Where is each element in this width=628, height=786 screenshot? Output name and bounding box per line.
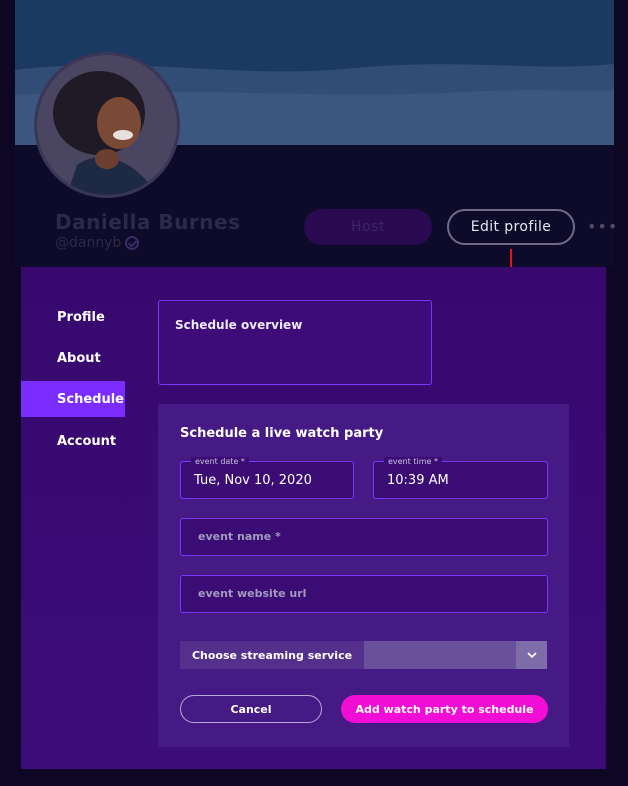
event-name-placeholder: event name *: [198, 530, 281, 543]
streaming-service-label: Choose streaming service: [180, 641, 364, 669]
handle-text: @dannyb: [55, 235, 122, 251]
verified-badge-icon: [125, 236, 140, 250]
avatar: [34, 52, 180, 198]
profile-name: Daniella Burnes: [55, 210, 241, 234]
edit-profile-button[interactable]: Edit profile: [447, 209, 575, 245]
sidebar-item-profile[interactable]: Profile: [21, 299, 125, 335]
event-time-value: 10:39 AM: [387, 473, 449, 488]
event-time-field[interactable]: event time * 10:39 AM: [373, 457, 548, 499]
settings-panel: Profile About Schedule Account Schedule …: [21, 267, 606, 769]
event-name-field[interactable]: event name *: [180, 518, 548, 556]
schedule-overview-title: Schedule overview: [175, 318, 303, 332]
streaming-service-select[interactable]: Choose streaming service: [180, 641, 547, 669]
watch-party-form: Schedule a live watch party event date *…: [158, 404, 569, 747]
add-watch-party-button[interactable]: Add watch party to schedule: [341, 695, 548, 723]
cancel-button[interactable]: Cancel: [180, 695, 322, 723]
sidebar-item-about[interactable]: About: [21, 340, 125, 376]
event-date-field[interactable]: event date * Tue, Nov 10, 2020: [180, 457, 354, 499]
event-url-placeholder: event website url: [198, 587, 307, 600]
more-horizontal-icon[interactable]: •••: [587, 219, 617, 235]
profile-handle: @dannyb: [55, 235, 140, 251]
event-date-value: Tue, Nov 10, 2020: [194, 473, 312, 488]
event-website-url-field[interactable]: event website url: [180, 575, 548, 613]
sidebar-item-account[interactable]: Account: [21, 423, 125, 459]
streaming-service-value[interactable]: [364, 641, 516, 669]
host-button[interactable]: Host: [304, 209, 432, 245]
schedule-overview-card[interactable]: Schedule overview: [158, 300, 432, 385]
chevron-down-icon[interactable]: [516, 641, 547, 669]
event-time-label: event time *: [384, 457, 442, 466]
form-title: Schedule a live watch party: [180, 426, 384, 441]
event-date-label: event date *: [191, 457, 249, 466]
sidebar-item-schedule[interactable]: Schedule: [21, 381, 125, 417]
